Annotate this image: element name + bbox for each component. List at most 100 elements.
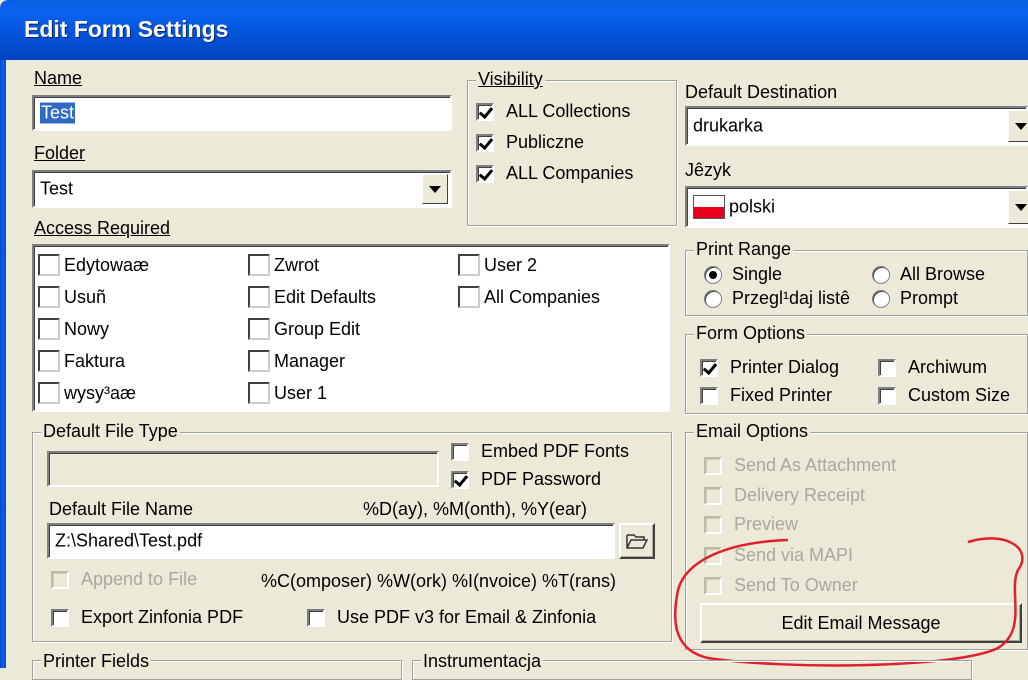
checkbox[interactable] xyxy=(704,456,722,475)
checkbox-label: Export Zinfonia PDF xyxy=(81,607,244,627)
checkbox[interactable] xyxy=(704,546,722,565)
access-edit-defaults[interactable]: Edit Defaults xyxy=(248,286,376,308)
access-faktura[interactable]: Faktura xyxy=(38,350,125,372)
checkbox[interactable] xyxy=(700,358,718,377)
use-pdf-v3-checkbox[interactable]: Use PDF v3 for Email & Zinfonia xyxy=(307,607,596,628)
radio-single[interactable]: Single xyxy=(704,264,782,285)
visibility-all-companies[interactable]: ALL Companies xyxy=(476,163,633,184)
checkbox[interactable] xyxy=(476,133,494,152)
radio-button[interactable] xyxy=(872,265,890,284)
folder-select[interactable]: Test xyxy=(32,170,452,208)
checkbox[interactable] xyxy=(248,382,270,404)
radio-label: Przegl¹daj listê xyxy=(732,288,851,308)
default-destination-select[interactable]: drukarka xyxy=(685,106,1028,146)
default-file-type-title: Default File Type xyxy=(41,421,180,442)
radio-button[interactable] xyxy=(704,265,722,284)
checkbox[interactable] xyxy=(700,386,718,405)
checkbox-label: User 2 xyxy=(484,254,538,275)
checkbox[interactable] xyxy=(704,576,722,595)
form-option-custom-size[interactable]: Custom Size xyxy=(878,385,1010,406)
radio-label: Prompt xyxy=(900,288,959,308)
window-frame-left xyxy=(0,60,6,668)
checkbox[interactable] xyxy=(38,318,60,340)
chevron-down-icon xyxy=(1015,122,1027,130)
default-destination-label: Default Destination xyxy=(685,82,838,102)
radio-przegladaj-liste[interactable]: Przegl¹daj listê xyxy=(704,288,850,309)
name-label: Name xyxy=(34,68,83,88)
visibility-publiczne[interactable]: Publiczne xyxy=(476,132,584,153)
checkbox-label: Send To Owner xyxy=(734,575,858,595)
email-send-to-owner[interactable]: Send To Owner xyxy=(704,575,858,596)
checkbox-label: Append to File xyxy=(81,569,198,589)
checkbox[interactable] xyxy=(704,486,722,505)
checkbox[interactable] xyxy=(476,102,494,121)
checkbox[interactable] xyxy=(38,382,60,404)
pdf-password-checkbox[interactable]: PDF Password xyxy=(451,469,601,490)
edit-email-message-button[interactable]: Edit Email Message xyxy=(700,603,1022,643)
email-send-as-attachment[interactable]: Send As Attachment xyxy=(704,455,896,476)
access-all-companies[interactable]: All Companies xyxy=(458,286,600,308)
radio-prompt[interactable]: Prompt xyxy=(872,288,958,309)
checkbox[interactable] xyxy=(248,318,270,340)
checkbox[interactable] xyxy=(704,515,722,534)
export-zinfonia-pdf-checkbox[interactable]: Export Zinfonia PDF xyxy=(51,607,243,628)
default-destination-value: drukarka xyxy=(693,115,764,136)
language-select[interactable]: polski xyxy=(685,186,1028,228)
access-usun[interactable]: Usuñ xyxy=(38,286,106,308)
print-range-title: Print Range xyxy=(694,239,794,260)
checkbox[interactable] xyxy=(51,570,69,589)
form-options-group: Form Options Printer Dialog Archiwum Fix… xyxy=(685,323,1028,414)
checkbox-label: ALL Companies xyxy=(506,163,634,183)
radio-all-browse[interactable]: All Browse xyxy=(872,264,985,285)
print-range-group: Print Range Single All Browse Przegl¹daj… xyxy=(685,239,1028,316)
default-file-type-group: Default File Type Embed PDF Fonts PDF Pa… xyxy=(32,421,672,642)
checkbox[interactable] xyxy=(51,608,69,627)
access-manager[interactable]: Manager xyxy=(248,350,345,372)
checkbox[interactable] xyxy=(878,358,896,377)
checkbox[interactable] xyxy=(38,350,60,372)
access-zwrot[interactable]: Zwrot xyxy=(248,254,319,276)
browse-folder-button[interactable] xyxy=(619,523,655,559)
checkbox[interactable] xyxy=(38,254,60,276)
checkbox[interactable] xyxy=(476,164,494,183)
form-option-printer-dialog[interactable]: Printer Dialog xyxy=(700,357,839,378)
name-input[interactable]: Test xyxy=(32,95,452,131)
form-option-fixed-printer[interactable]: Fixed Printer xyxy=(700,385,832,406)
access-nowy[interactable]: Nowy xyxy=(38,318,109,340)
folder-open-icon xyxy=(626,534,648,549)
email-preview[interactable]: Preview xyxy=(704,514,798,535)
checkbox[interactable] xyxy=(878,386,896,405)
checkbox[interactable] xyxy=(38,286,60,308)
checkbox-label: Send via MAPI xyxy=(734,545,854,565)
checkbox[interactable] xyxy=(451,470,469,489)
visibility-all-collections[interactable]: ALL Collections xyxy=(476,101,630,122)
default-file-type-select[interactable] xyxy=(47,451,439,487)
checkbox[interactable] xyxy=(458,254,480,276)
title-bar[interactable]: Edit Form Settings xyxy=(0,0,1028,60)
checkbox[interactable] xyxy=(248,286,270,308)
language-dropdown-button[interactable] xyxy=(1008,190,1028,224)
access-group-edit[interactable]: Group Edit xyxy=(248,318,360,340)
access-edytowac[interactable]: Edytowaæ xyxy=(38,254,149,276)
checkbox[interactable] xyxy=(451,442,469,461)
access-user-1[interactable]: User 1 xyxy=(248,382,327,404)
checkbox[interactable] xyxy=(248,350,270,372)
radio-button[interactable] xyxy=(872,289,890,308)
access-wysylac[interactable]: wysy³aæ xyxy=(38,382,136,404)
email-delivery-receipt[interactable]: Delivery Receipt xyxy=(704,485,865,506)
form-option-archiwum[interactable]: Archiwum xyxy=(878,357,987,378)
destination-dropdown-button[interactable] xyxy=(1008,110,1028,142)
embed-pdf-fonts-checkbox[interactable]: Embed PDF Fonts xyxy=(451,441,629,462)
radio-button[interactable] xyxy=(704,289,722,308)
checkbox[interactable] xyxy=(458,286,480,308)
visibility-group: Visibility ALL Collections Publiczne ALL… xyxy=(467,69,677,226)
checkbox-label: Send As Attachment xyxy=(734,455,897,475)
folder-dropdown-button[interactable] xyxy=(422,174,448,204)
checkbox[interactable] xyxy=(248,254,270,276)
default-file-name-input[interactable]: Z:\Shared\Test.pdf xyxy=(47,523,615,559)
access-user-2[interactable]: User 2 xyxy=(458,254,537,276)
email-send-via-mapi[interactable]: Send via MAPI xyxy=(704,545,853,566)
append-to-file-checkbox[interactable]: Append to File xyxy=(51,569,197,590)
checkbox-label: Printer Dialog xyxy=(730,357,840,377)
checkbox[interactable] xyxy=(307,608,325,627)
